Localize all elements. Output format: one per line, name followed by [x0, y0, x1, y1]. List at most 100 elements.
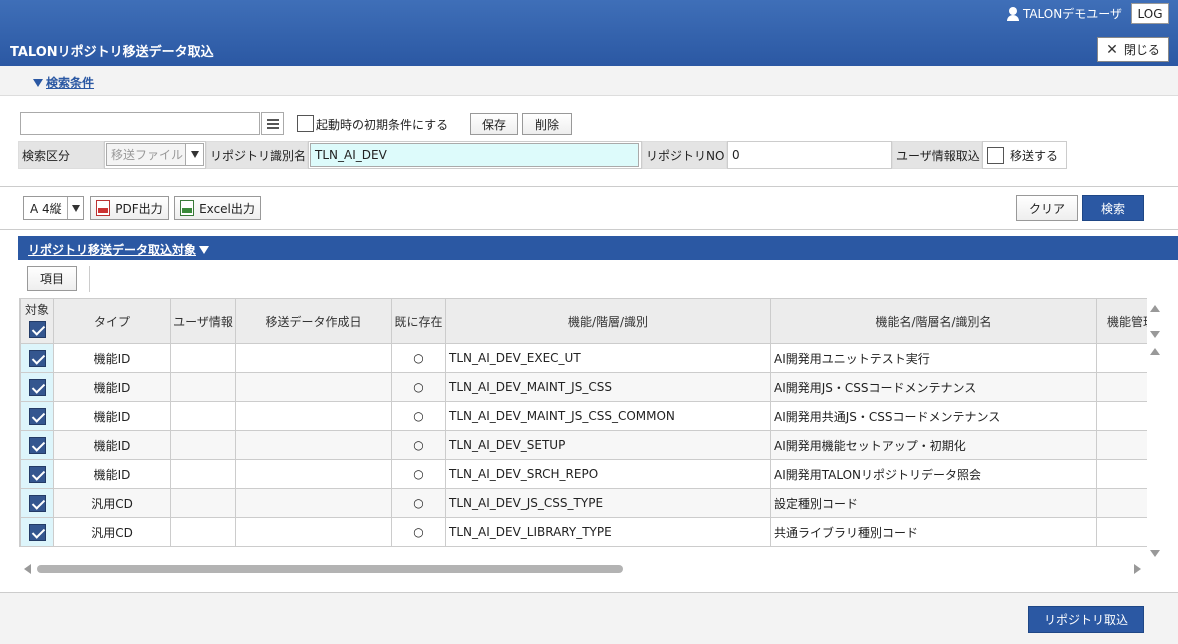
cell-user-info	[170, 401, 236, 431]
scroll-thumb[interactable]	[37, 565, 623, 573]
cell-created	[235, 343, 392, 373]
scroll-up-icon[interactable]	[1150, 348, 1160, 355]
select-all-checkbox[interactable]	[28, 321, 46, 338]
conditions-toggle-label: 検索条件	[46, 76, 95, 90]
row-checkbox[interactable]	[28, 378, 46, 396]
cell-name: AI開発用JS・CSSコードメンテナンス	[770, 372, 1097, 402]
cell-created	[235, 488, 392, 518]
row-checkbox[interactable]	[28, 523, 46, 541]
horizontal-scrollbar[interactable]	[19, 562, 1147, 576]
divider	[0, 229, 1178, 230]
row-checkbox[interactable]	[28, 465, 46, 483]
cell-id: TLN_AI_DEV_SETUP	[445, 430, 771, 460]
row-checkbox[interactable]	[28, 494, 46, 512]
table-row[interactable]: 機能ID ○ TLN_AI_DEV_SRCH_REPO AI開発用TALONリポ…	[20, 459, 1147, 489]
col-type[interactable]: タイプ	[53, 298, 171, 344]
row-check-cell[interactable]	[20, 430, 54, 460]
search-kbn-select: 移送ファイル	[106, 143, 204, 166]
cell-created	[235, 401, 392, 431]
col-created[interactable]: 移送データ作成日	[235, 298, 392, 344]
list-icon[interactable]	[261, 112, 284, 135]
section-toggle[interactable]: リポジトリ移送データ取込対象	[28, 241, 210, 258]
col-exists[interactable]: 既に存在	[391, 298, 446, 344]
clear-button[interactable]: クリア	[1016, 195, 1078, 221]
cell-exists: ○	[391, 459, 446, 489]
repo-id-label: リポジトリ識別名	[206, 141, 308, 169]
cell-func-mgmt	[1096, 488, 1147, 518]
pdf-icon	[96, 200, 111, 216]
cell-user-info	[170, 343, 236, 373]
divider	[89, 266, 90, 292]
repo-no-label: リポジトリNO	[642, 141, 727, 169]
cell-exists: ○	[391, 372, 446, 402]
repository-import-button[interactable]: リポジトリ取込	[1028, 606, 1144, 633]
scroll-down-icon[interactable]	[1150, 331, 1160, 338]
row-check-cell[interactable]	[20, 401, 54, 431]
excel-label: Excel出力	[199, 201, 255, 216]
col-id[interactable]: 機能/階層/識別	[445, 298, 771, 344]
cell-exists: ○	[391, 488, 446, 518]
items-button[interactable]: 項目	[27, 266, 77, 291]
row-check-cell[interactable]	[20, 517, 54, 547]
transfer-label: 移送する	[1010, 148, 1059, 163]
delete-button[interactable]: 削除	[522, 113, 572, 135]
row-check-cell[interactable]	[20, 488, 54, 518]
table-row[interactable]: 機能ID ○ TLN_AI_DEV_MAINT_JS_CSS_COMMON AI…	[20, 401, 1147, 431]
pdf-button[interactable]: PDF出力	[90, 196, 169, 220]
conditions-toggle[interactable]: 検索条件	[33, 74, 94, 91]
table-row[interactable]: 汎用CD ○ TLN_AI_DEV_JS_CSS_TYPE 設定種別コード	[20, 488, 1147, 518]
excel-button[interactable]: Excel出力	[174, 196, 261, 220]
cell-name: AI開発用機能セットアップ・初期化	[770, 430, 1097, 460]
cell-name: AI開発用TALONリポジトリデータ照会	[770, 459, 1097, 489]
cell-func-mgmt	[1096, 517, 1147, 547]
row-check-cell[interactable]	[20, 372, 54, 402]
row-checkbox[interactable]	[28, 407, 46, 425]
scroll-left-icon[interactable]	[24, 564, 31, 574]
cell-type: 汎用CD	[53, 517, 171, 547]
close-label: 閉じる	[1123, 43, 1160, 57]
log-button[interactable]: LOG	[1131, 3, 1169, 24]
cell-func-mgmt	[1096, 401, 1147, 431]
section-header: リポジトリ移送データ取込対象	[18, 236, 1178, 260]
paper-size-select[interactable]: A 4縦	[23, 196, 84, 220]
table-row[interactable]: 機能ID ○ TLN_AI_DEV_EXEC_UT AI開発用ユニットテスト実行	[20, 343, 1147, 373]
chevron-down-icon	[67, 197, 83, 219]
cell-func-mgmt	[1096, 372, 1147, 402]
scroll-up-icon[interactable]	[1150, 305, 1160, 312]
vertical-scrollbar[interactable]	[1147, 298, 1163, 564]
col-name[interactable]: 機能名/階層名/識別名	[770, 298, 1097, 344]
init-condition-checkbox[interactable]	[297, 115, 314, 132]
cell-name: AI開発用共通JS・CSSコードメンテナンス	[770, 401, 1097, 431]
table-row[interactable]: 機能ID ○ TLN_AI_DEV_SETUP AI開発用機能セットアップ・初期…	[20, 430, 1147, 460]
col-target[interactable]: 対象	[20, 298, 54, 344]
search-button[interactable]: 検索	[1082, 195, 1144, 221]
row-checkbox[interactable]	[28, 349, 46, 367]
col-target-label: 対象	[24, 303, 49, 317]
scroll-right-icon[interactable]	[1134, 564, 1141, 574]
conditions-header: 検索条件	[0, 66, 1178, 96]
close-button[interactable]: ✕ 閉じる	[1097, 37, 1169, 62]
cell-id: TLN_AI_DEV_JS_CSS_TYPE	[445, 488, 771, 518]
title-bar: TALONデモユーザ LOG TALONリポジトリ移送データ取込 ✕ 閉じる	[0, 0, 1178, 66]
table-row[interactable]: 汎用CD ○ TLN_AI_DEV_LIBRARY_TYPE 共通ライブラリ種別…	[20, 517, 1147, 547]
row-checkbox[interactable]	[28, 436, 46, 454]
transfer-checkbox[interactable]	[987, 146, 1004, 164]
cell-created	[235, 430, 392, 460]
table-row[interactable]: 機能ID ○ TLN_AI_DEV_MAINT_JS_CSS AI開発用JS・C…	[20, 372, 1147, 402]
cell-id: TLN_AI_DEV_SRCH_REPO	[445, 459, 771, 489]
init-condition-label: 起動時の初期条件にする	[316, 118, 449, 132]
col-user-info[interactable]: ユーザ情報	[170, 298, 236, 344]
grid-table: 対象 タイプ ユーザ情報 移送データ作成日 既に存在 機能/階層/識別 機能名/…	[20, 298, 1147, 547]
scroll-down-icon[interactable]	[1150, 550, 1160, 557]
col-func-mgmt[interactable]: 機能管理	[1096, 298, 1147, 344]
cell-func-mgmt	[1096, 459, 1147, 489]
row-check-cell[interactable]	[20, 343, 54, 373]
cell-id: TLN_AI_DEV_EXEC_UT	[445, 343, 771, 373]
user-display: TALONデモユーザ	[1006, 5, 1122, 22]
save-button[interactable]: 保存	[470, 113, 518, 135]
search-input[interactable]	[20, 112, 260, 135]
pdf-label: PDF出力	[115, 201, 163, 216]
cell-exists: ○	[391, 401, 446, 431]
repo-id-input[interactable]: TLN_AI_DEV	[310, 143, 639, 167]
row-check-cell[interactable]	[20, 459, 54, 489]
